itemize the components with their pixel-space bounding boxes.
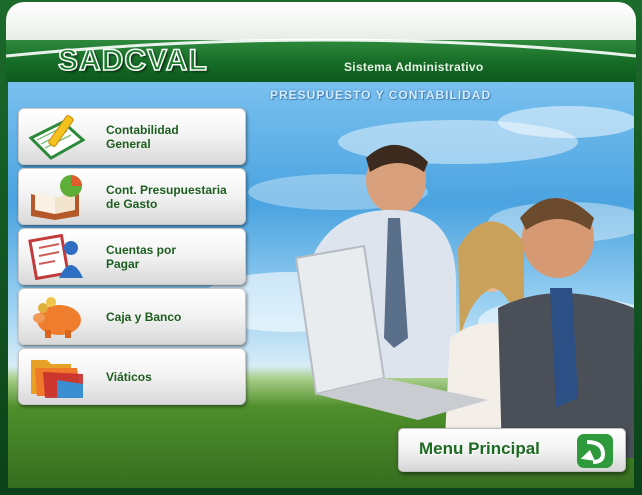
- menu-item-viaticos[interactable]: Viáticos: [18, 348, 246, 405]
- book-pie-chart-icon: [31, 175, 82, 220]
- menu-item-label: Cont. Presupuestaria de Gasto: [106, 182, 227, 211]
- menu-principal-button[interactable]: Menu Principal: [398, 428, 626, 472]
- menu-item-label: Caja y Banco: [106, 309, 182, 324]
- app-window: SADCVAL Sistema Administrativo PRESUPUES…: [0, 0, 642, 495]
- folders-icon: [31, 360, 83, 398]
- menu-principal-label: Menu Principal: [419, 439, 540, 458]
- return-arrow-icon: [577, 434, 613, 468]
- menu-item-label: Cuentas por Pagar: [106, 242, 177, 271]
- main-scene: PRESUPUESTO Y CONTABILIDAD Contabilidad …: [8, 82, 634, 488]
- notebook-pencil-icon: [28, 115, 86, 160]
- bottom-frame: [0, 488, 642, 495]
- menu-item-cuentas-por-pagar[interactable]: Cuentas por Pagar: [18, 228, 246, 285]
- app-logo: SADCVAL: [57, 43, 208, 78]
- menu-item-cont-presupuestaria[interactable]: Cont. Presupuestaria de Gasto: [18, 168, 246, 225]
- app-subtitle: Sistema Administrativo: [344, 60, 484, 74]
- menu-item-label: Contabilidad General: [106, 122, 179, 151]
- piggy-bank-icon: [33, 297, 81, 338]
- section-title: PRESUPUESTO Y CONTABILIDAD: [270, 88, 492, 102]
- office-people-photo: [294, 144, 634, 458]
- invoice-person-icon: [28, 234, 83, 280]
- menu-item-caja-y-banco[interactable]: Caja y Banco: [18, 288, 246, 345]
- menu-item-contabilidad-general[interactable]: Contabilidad General: [18, 108, 246, 165]
- menu-item-label: Viáticos: [106, 369, 152, 384]
